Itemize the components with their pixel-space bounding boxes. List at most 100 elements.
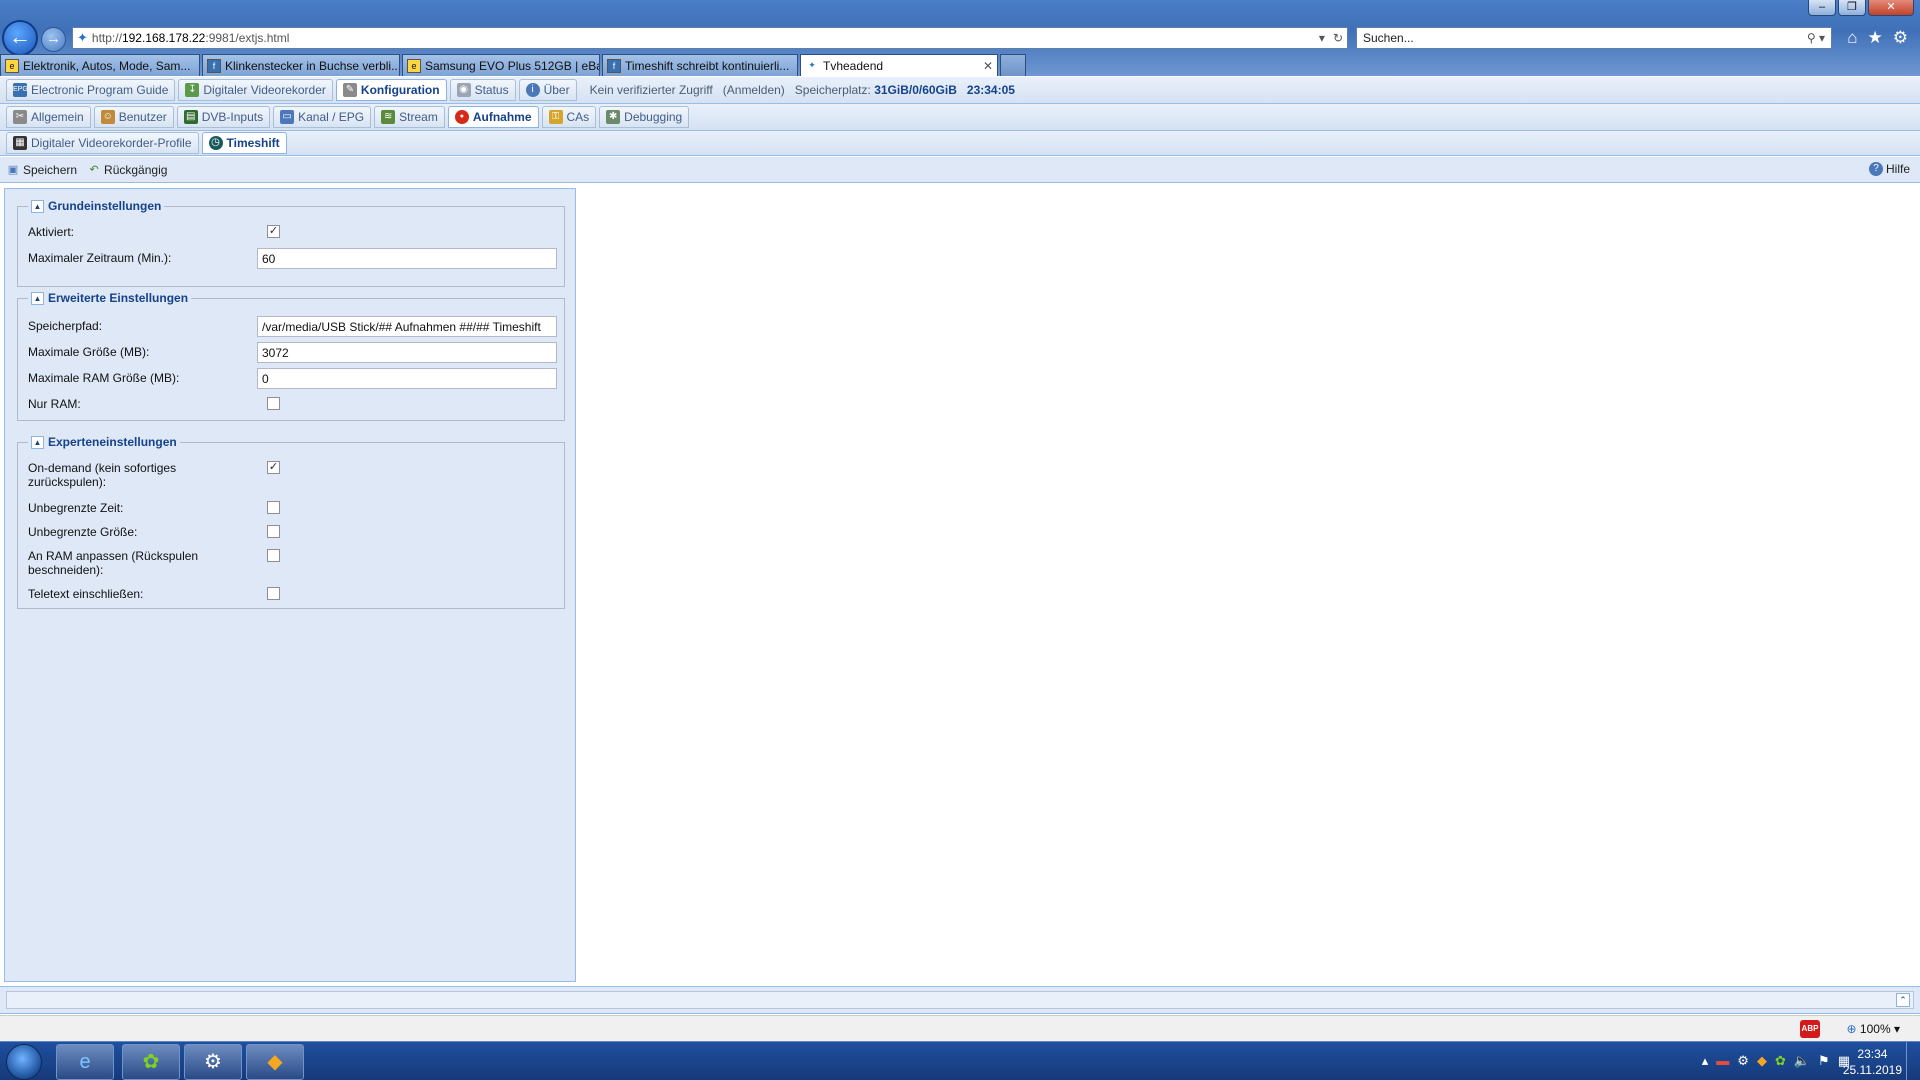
login-link[interactable]: (Anmelden)	[723, 83, 785, 97]
teletext-checkbox[interactable]	[267, 587, 280, 600]
browser-statusbar: ABP ⊕ 100% ▾	[0, 1015, 1920, 1041]
close-tab-icon[interactable]: ✕	[977, 59, 993, 73]
tab-label: Stream	[399, 110, 438, 124]
tab-label: Electronic Program Guide	[31, 83, 169, 97]
tray-app-icon[interactable]: ▬	[1716, 1053, 1729, 1069]
address-bar[interactable]: ✦ http://192.168.178.22:9981/extjs.html …	[72, 27, 1348, 49]
server-time: 23:34:05	[967, 83, 1015, 97]
tab-epg[interactable]: EPG Electronic Program Guide	[6, 79, 176, 101]
taskbar-clock[interactable]: 23:34 25.11.2019	[1843, 1046, 1902, 1078]
ram-only-label: Nur RAM:	[28, 397, 81, 411]
server-time-value: 23:34:05	[966, 83, 1015, 97]
tray-icq-icon[interactable]: ✿	[1775, 1053, 1786, 1069]
tab-general[interactable]: ✂ Allgemein	[6, 106, 91, 128]
dropdown-icon[interactable]: ▾	[1319, 31, 1325, 45]
on-demand-checkbox[interactable]: ✓	[267, 461, 280, 474]
tab-dvr[interactable]: ↧ Digitaler Videorekorder	[178, 79, 333, 101]
legend-basic: ▲ Grundeinstellungen	[28, 199, 164, 213]
timeshift-form-panel: ▲ Grundeinstellungen Aktiviert: ✓ Maxima…	[4, 188, 576, 982]
icq-icon[interactable]: ✿	[122, 1044, 180, 1080]
address-url: http://192.168.178.22:9981/extjs.html	[91, 31, 290, 45]
help-button[interactable]: ? Hilfe	[1868, 162, 1910, 176]
unlimited-size-checkbox[interactable]	[267, 525, 280, 538]
tab-debugging[interactable]: ✱ Debugging	[599, 106, 690, 128]
max-ram-input[interactable]: 0	[257, 368, 557, 389]
undo-button[interactable]: ↶ Rückgängig	[87, 163, 167, 177]
browser-tab[interactable]: f Klinkenstecker in Buchse verbli...	[202, 54, 400, 76]
back-arrow-icon: ←	[9, 24, 31, 49]
favorites-star-icon[interactable]: ★	[1868, 28, 1883, 48]
search-dropdown-icon[interactable]: ▾	[1819, 31, 1825, 45]
close-window-button[interactable]: ✕	[1868, 0, 1914, 16]
refresh-icon[interactable]: ↻	[1333, 31, 1343, 45]
undo-label: Rückgängig	[104, 162, 168, 177]
unlimited-time-checkbox[interactable]	[267, 501, 280, 514]
tray-expand-icon[interactable]: ▴	[1702, 1053, 1709, 1069]
browser-tab-active[interactable]: ✦ Tvheadend ✕	[800, 54, 998, 76]
fit-ram-checkbox[interactable]	[267, 549, 280, 562]
forward-button[interactable]: →	[41, 27, 66, 52]
path-input[interactable]: /var/media/USB Stick/## Aufnahmen ##/## …	[257, 316, 557, 337]
tab-label: Status	[474, 83, 509, 97]
restore-button[interactable]: ❐	[1838, 0, 1866, 16]
internet-explorer-icon[interactable]: e	[56, 1044, 114, 1080]
collapse-icon[interactable]: ▲	[31, 291, 44, 305]
tab-label: Debugging	[624, 110, 683, 124]
tab-about[interactable]: i Über	[518, 79, 577, 101]
tab-stream[interactable]: ≋ Stream	[374, 106, 445, 128]
row-ram-only: Nur RAM:	[18, 391, 564, 417]
ebay-icon: e	[5, 58, 19, 73]
tab-users[interactable]: ☺ Benutzer	[93, 106, 174, 128]
collapse-icon[interactable]: ▲	[31, 199, 44, 213]
browser-tab[interactable]: f Timeshift schreibt kontinuierli...	[602, 54, 798, 76]
bug-icon: ✱	[606, 110, 621, 124]
home-icon[interactable]: ⌂	[1847, 28, 1857, 48]
enabled-label: Aktiviert:	[28, 225, 75, 239]
stream-icon: ≋	[381, 110, 396, 124]
tab-timeshift[interactable]: ◷ Timeshift	[201, 132, 287, 154]
tab-status[interactable]: ◉ Status	[449, 79, 516, 101]
help-icon: ?	[1868, 162, 1883, 176]
back-button[interactable]: ←	[2, 20, 38, 56]
enabled-checkbox[interactable]: ✓	[267, 225, 280, 238]
collapse-icon[interactable]: ▲	[31, 435, 44, 449]
max-size-input[interactable]: 3072	[257, 342, 557, 363]
bluestacks-icon[interactable]: ◆	[246, 1044, 304, 1080]
legend-label: Erweiterte Einstellungen	[48, 291, 189, 305]
legend-label: Grundeinstellungen	[48, 199, 162, 213]
tab-cas[interactable]: ⚿ CAs	[541, 106, 597, 128]
windows-taskbar: e ✿ ⚙ ◆ ▴ ▬ ⚙ ◆ ✿ 🔈 ⚑ ▦ 23:34 25.11.2019	[0, 1041, 1920, 1080]
forum-icon: f	[207, 58, 221, 73]
ram-only-checkbox[interactable]	[267, 397, 280, 410]
minimize-button[interactable]: –	[1808, 0, 1836, 16]
search-input[interactable]: Suchen... ⚲ ▾	[1356, 27, 1832, 49]
browser-tab[interactable]: e Samsung EVO Plus 512GB | eBay	[402, 54, 600, 76]
save-button[interactable]: ▣ Speichern	[6, 163, 77, 177]
zoom-control[interactable]: ⊕ 100% ▾	[1847, 1022, 1900, 1036]
clock-time: 23:34	[1857, 1047, 1888, 1061]
tab-label: Konfiguration	[360, 83, 440, 97]
tab-label: Kanal / EPG	[298, 110, 365, 124]
start-button[interactable]	[6, 1044, 42, 1080]
new-tab-button[interactable]	[1000, 54, 1026, 76]
action-center-flag-icon[interactable]: ⚑	[1818, 1053, 1830, 1069]
max-period-input[interactable]: 60	[257, 248, 557, 269]
volume-icon[interactable]: 🔈	[1794, 1053, 1810, 1069]
browser-tab-strip: e Elektronik, Autos, Mode, Sam... f Klin…	[0, 54, 1028, 76]
search-icon[interactable]: ⚲	[1807, 31, 1816, 45]
tab-channel-epg[interactable]: ▭ Kanal / EPG	[273, 106, 372, 128]
tray-steam-icon[interactable]: ⚙	[1737, 1053, 1749, 1069]
adblock-icon[interactable]: ABP	[1800, 1020, 1820, 1038]
tab-label: Aufnahme	[472, 110, 532, 124]
gear-icon[interactable]: ⚙	[1893, 28, 1908, 48]
tab-dvb-inputs[interactable]: ▤ DVB-Inputs	[176, 106, 271, 128]
browser-tab[interactable]: e Elektronik, Autos, Mode, Sam...	[0, 54, 200, 76]
tab-dvr-profiles[interactable]: ▦ Digitaler Videorekorder-Profile	[6, 132, 199, 154]
show-desktop-button[interactable]	[1906, 1042, 1920, 1080]
tray-bluestacks-icon[interactable]: ◆	[1757, 1053, 1767, 1069]
tab-recording[interactable]: ● Aufnahme	[447, 106, 539, 128]
steam-icon[interactable]: ⚙	[184, 1044, 242, 1080]
tab-configuration[interactable]: ✎ Konfiguration	[335, 79, 447, 101]
expand-up-icon[interactable]: ⌃	[1896, 993, 1910, 1007]
timeshift-icon: ◷	[208, 136, 223, 150]
